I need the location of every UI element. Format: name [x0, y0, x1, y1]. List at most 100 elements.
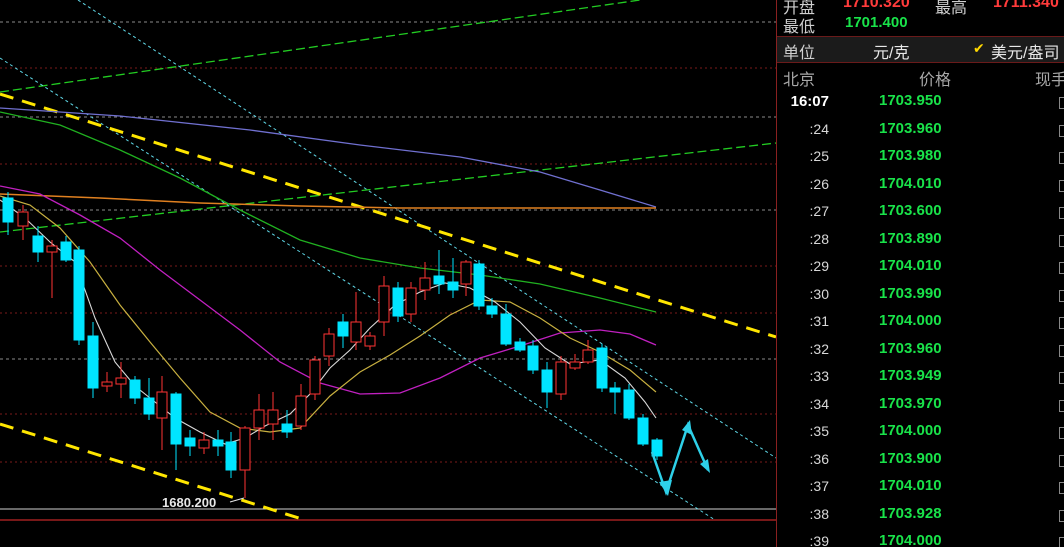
- alt-unit-option[interactable]: 美元/盎司: [991, 39, 1059, 63]
- candle-body[interactable]: [541, 369, 553, 393]
- candle-body[interactable]: [447, 281, 459, 291]
- green-trendline-lower[interactable]: [0, 142, 776, 233]
- tick-row[interactable]: :35 1704.000: [777, 419, 1064, 447]
- candle-body[interactable]: [46, 245, 58, 253]
- candle-body[interactable]: [609, 387, 621, 393]
- candle-body[interactable]: [405, 287, 417, 315]
- tick-row[interactable]: :28 1703.890: [777, 227, 1064, 255]
- candle-body[interactable]: [2, 197, 14, 223]
- candle-body[interactable]: [267, 409, 279, 425]
- candle-body[interactable]: [309, 359, 321, 395]
- candle-body[interactable]: [323, 333, 335, 357]
- candle-body[interactable]: [156, 391, 168, 419]
- tick-volume-cell: [1059, 427, 1064, 439]
- chart-canvas[interactable]: 1680.200: [0, 0, 776, 547]
- candle-body[interactable]: [637, 417, 649, 445]
- candle-body[interactable]: [198, 439, 210, 449]
- candle-body[interactable]: [101, 381, 113, 387]
- candle-body[interactable]: [460, 261, 472, 285]
- unit-value[interactable]: 元/克: [873, 39, 909, 63]
- tick-row[interactable]: :37 1704.010: [777, 474, 1064, 502]
- tick-row[interactable]: :31 1704.000: [777, 309, 1064, 337]
- tick-row[interactable]: :24 1703.960: [777, 117, 1064, 145]
- tick-row[interactable]: :38 1703.928: [777, 502, 1064, 530]
- tick-row[interactable]: :30 1703.990: [777, 282, 1064, 310]
- tick-price: 1703.960: [879, 119, 942, 137]
- check-icon[interactable]: ✔: [973, 40, 985, 57]
- candle-body[interactable]: [433, 275, 445, 285]
- ma-blue-line: [0, 107, 657, 208]
- tick-time: :26: [809, 175, 829, 192]
- candles-group[interactable]: [2, 192, 663, 498]
- tick-time: 16:07: [790, 93, 829, 110]
- candle-body[interactable]: [364, 335, 376, 347]
- tick-time: :25: [809, 148, 829, 164]
- candle-body[interactable]: [473, 263, 485, 307]
- candle-body[interactable]: [514, 341, 526, 351]
- candle-body[interactable]: [32, 235, 44, 253]
- candle-body[interactable]: [569, 361, 581, 369]
- candle-body[interactable]: [337, 321, 349, 337]
- tick-row[interactable]: 16:07 1703.950: [777, 89, 1064, 117]
- candle-body[interactable]: [392, 287, 404, 317]
- candle-body[interactable]: [378, 285, 390, 323]
- ticks-header-price: 价格: [919, 72, 952, 89]
- candle-body[interactable]: [17, 211, 29, 227]
- candle-body[interactable]: [582, 349, 594, 363]
- tick-row[interactable]: :34 1703.970: [777, 392, 1064, 420]
- tick-price: 1703.949: [879, 367, 942, 384]
- tick-volume-cell: [1059, 179, 1064, 192]
- tick-row[interactable]: :32 1703.960: [777, 337, 1064, 365]
- tick-volume-cell: [1059, 537, 1064, 547]
- candle-body[interactable]: [115, 377, 127, 385]
- candlestick-chart[interactable]: 1680.200: [0, 0, 776, 547]
- candle-body[interactable]: [596, 347, 608, 389]
- candle-body[interactable]: [212, 439, 224, 447]
- candle-body[interactable]: [500, 313, 512, 345]
- candle-body[interactable]: [555, 361, 567, 395]
- green-trendline-upper[interactable]: [0, 0, 641, 93]
- tick-row[interactable]: :27 1703.600: [777, 199, 1064, 227]
- candle-body[interactable]: [184, 437, 196, 447]
- tick-row[interactable]: :36 1703.900: [777, 447, 1064, 475]
- candle-body[interactable]: [60, 241, 72, 261]
- tick-volume-cell: [1059, 262, 1064, 274]
- candle-body[interactable]: [170, 393, 182, 445]
- tick-volume-cell: [1059, 344, 1064, 357]
- tick-volume-cell: [1059, 482, 1064, 494]
- tick-time: :32: [809, 340, 829, 357]
- candle-body[interactable]: [419, 277, 431, 291]
- candle-body[interactable]: [527, 345, 539, 371]
- ma-orange-line: [0, 193, 656, 209]
- tick-time: :27: [809, 203, 829, 219]
- tick-row[interactable]: :26 1704.010: [777, 172, 1064, 200]
- tick-volume-cell: [1059, 152, 1064, 164]
- candle-body[interactable]: [73, 249, 85, 341]
- tick-row[interactable]: :29 1704.010: [777, 254, 1064, 282]
- candle-body[interactable]: [129, 379, 141, 399]
- quote-panel: 开盘 1710.320 最高 1711.340 最低 1701.400 单位 元…: [776, 0, 1064, 547]
- tick-row[interactable]: :25 1703.980: [777, 144, 1064, 172]
- candle-body[interactable]: [239, 427, 251, 471]
- ma-yellow-line: [0, 195, 657, 433]
- tick-price: 1703.928: [879, 504, 942, 522]
- candle-body[interactable]: [253, 409, 265, 429]
- candle-body[interactable]: [87, 335, 99, 389]
- tick-row[interactable]: :39 1704.000: [777, 529, 1064, 547]
- tick-time: :29: [809, 258, 829, 274]
- candle-body[interactable]: [295, 395, 307, 427]
- cyan-channel-line-2[interactable]: [0, 57, 716, 521]
- tick-row[interactable]: :33 1703.949: [777, 364, 1064, 392]
- tick-volume-cell: [1059, 289, 1064, 302]
- candle-body[interactable]: [350, 321, 362, 343]
- candle-body[interactable]: [486, 305, 498, 315]
- tick-time: :36: [809, 450, 829, 467]
- candle-body[interactable]: [225, 441, 237, 471]
- ticks-header-volume: 现手: [1035, 72, 1064, 89]
- candle-body[interactable]: [143, 397, 155, 415]
- unit-label: 单位: [783, 45, 816, 62]
- candle-body[interactable]: [281, 423, 293, 433]
- candle-body[interactable]: [623, 389, 635, 419]
- tick-volume-cell: [1059, 372, 1064, 384]
- tick-price: 1704.010: [879, 477, 942, 494]
